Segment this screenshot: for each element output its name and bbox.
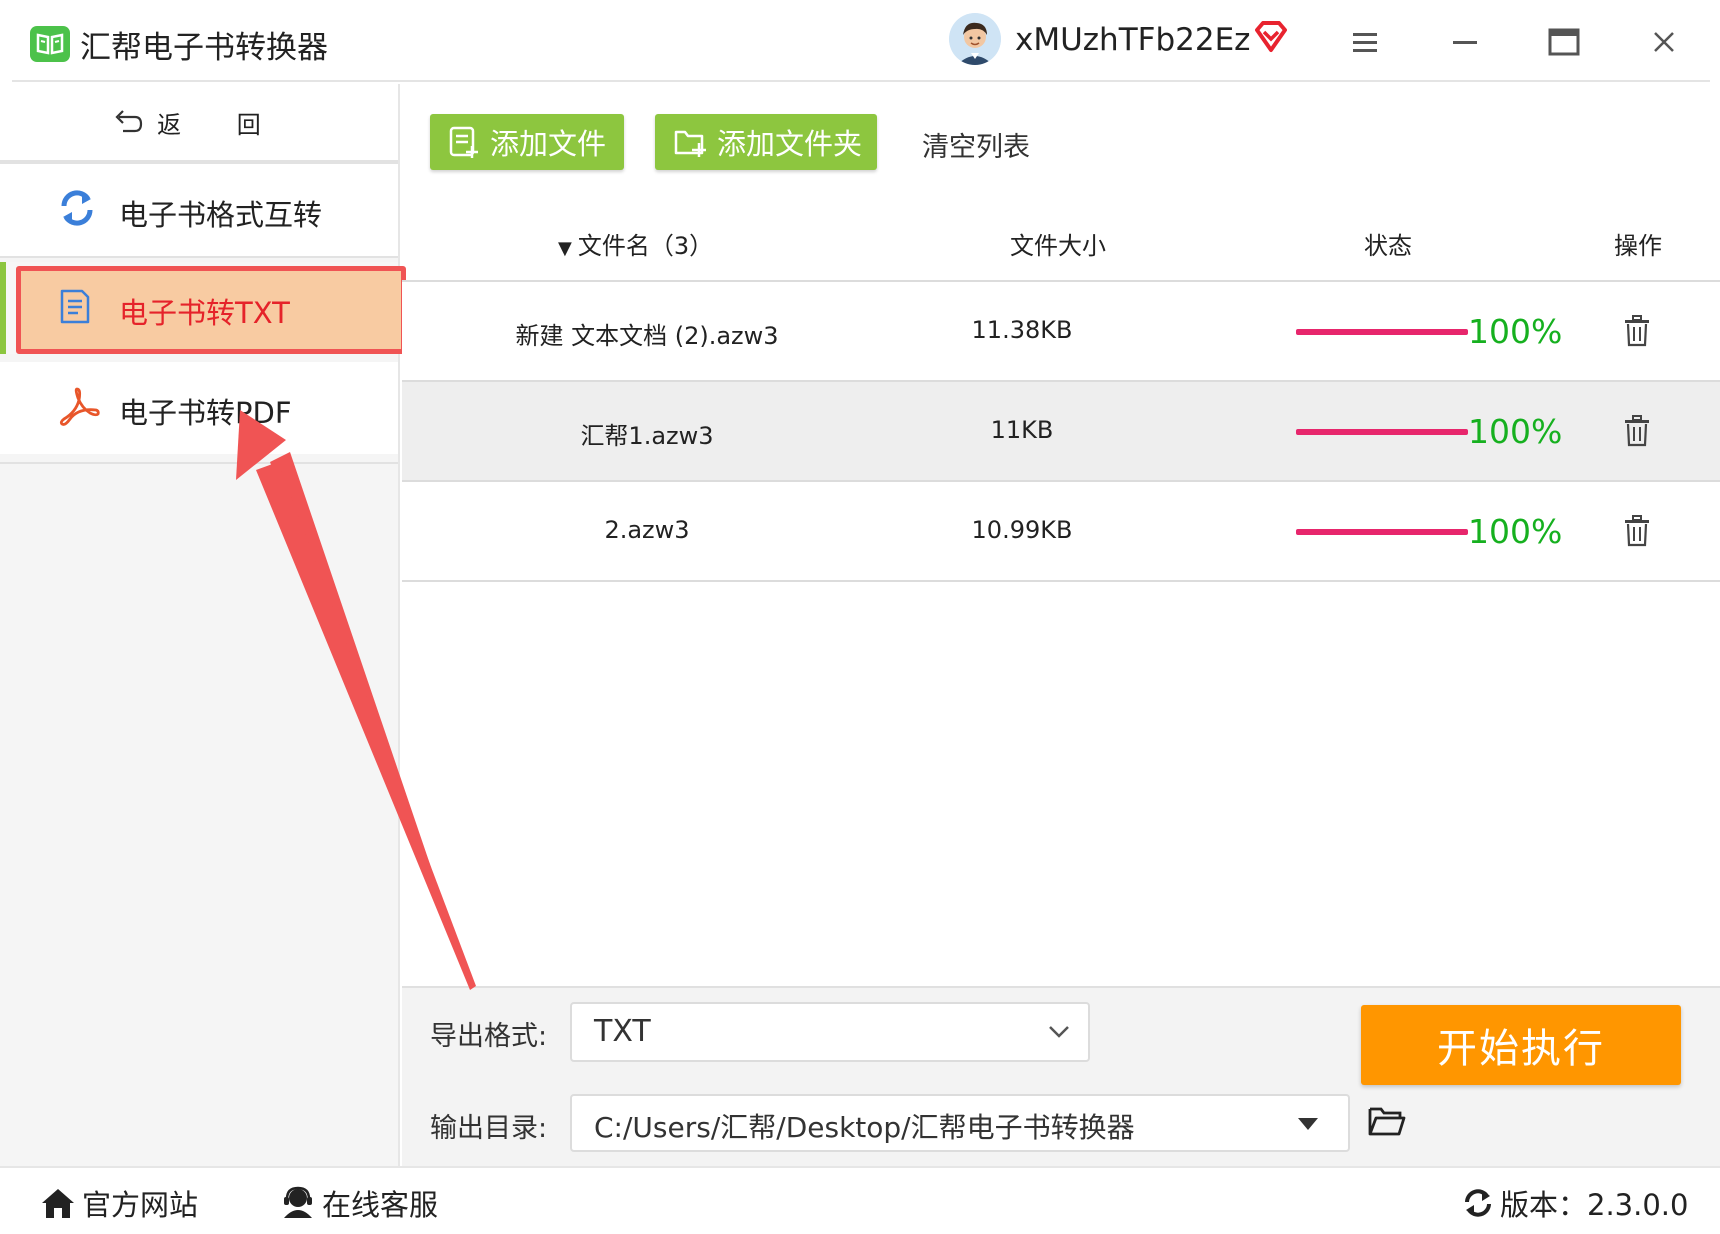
file-name: 2.azw3 (604, 516, 690, 544)
output-dir-value: C:/Users/汇帮/Desktop/汇帮电子书转换器 (594, 1111, 1135, 1144)
start-button[interactable]: 开始执行 (1361, 1005, 1681, 1085)
close-icon[interactable] (1642, 20, 1686, 64)
progress-bar (1296, 329, 1468, 335)
app-title: 汇帮电子书转换器 (80, 30, 328, 66)
sidebar-item-label: 电子书转PDF (119, 396, 292, 430)
file-size: 11.38KB (971, 316, 1073, 344)
table-row[interactable]: 2.azw3 10.99KB 100% (402, 482, 1720, 582)
caret-down-icon (1298, 1118, 1318, 1130)
menu-icon[interactable] (1343, 20, 1387, 64)
add-file-button[interactable]: 添加文件 (430, 114, 624, 170)
sort-desc-icon: ▼ (558, 238, 572, 259)
acrobat-pdf-icon (58, 386, 100, 433)
table-row[interactable]: 汇帮1.azw3 11KB 100% (402, 382, 1720, 482)
chevron-down-icon (1049, 1026, 1069, 1038)
add-folder-label: 添加文件夹 (717, 127, 863, 161)
sidebar-item-format-convert[interactable]: 电子书格式互转 (0, 164, 398, 256)
online-support-label: 在线客服 (322, 1188, 439, 1222)
sidebar-item-label: 电子书格式互转 (119, 198, 323, 232)
sidebar-divider (0, 462, 398, 464)
add-file-label: 添加文件 (490, 127, 607, 161)
app-logo-icon (30, 26, 70, 62)
title-divider (12, 80, 1710, 82)
refresh-icon (1465, 1189, 1491, 1217)
add-folder-button[interactable]: 添加文件夹 (655, 114, 877, 170)
progress-bar (1296, 529, 1468, 535)
trash-icon[interactable] (1623, 515, 1651, 551)
back-label: 返 回 (157, 110, 285, 139)
progress-percent: 100% (1468, 512, 1563, 551)
official-website-link[interactable]: 官方网站 (40, 1182, 198, 1224)
format-select[interactable]: TXT (570, 1002, 1090, 1062)
undo-icon (115, 110, 143, 133)
trash-icon[interactable] (1623, 415, 1651, 451)
output-dir-select[interactable]: C:/Users/汇帮/Desktop/汇帮电子书转换器 (570, 1094, 1350, 1152)
maximize-icon[interactable] (1542, 20, 1586, 64)
file-size: 11KB (990, 416, 1054, 444)
column-header-name-label: 文件名（3） (577, 232, 714, 260)
version-info[interactable]: 版本：2.3.0.0 (1462, 1182, 1688, 1224)
online-support-link[interactable]: 在线客服 (280, 1182, 438, 1224)
file-name: 新建 文本文档 (2).azw3 (515, 322, 779, 350)
output-dir-label: 输出目录: (430, 1113, 548, 1144)
sidebar-item-to-txt[interactable]: 电子书转TXT (0, 262, 406, 354)
username[interactable]: xMUzhTFb22Ez (1015, 22, 1250, 58)
trash-icon[interactable] (1623, 315, 1651, 351)
back-button[interactable]: 返 回 (0, 84, 398, 160)
title-bar: 汇帮电子书转换器 xMUzhTFb22Ez (0, 0, 1720, 84)
minimize-icon[interactable] (1443, 20, 1487, 64)
clear-list-button[interactable]: 清空列表 (922, 125, 1030, 164)
file-size: 10.99KB (971, 516, 1073, 544)
avatar[interactable] (949, 13, 1001, 65)
file-name: 汇帮1.azw3 (580, 422, 714, 450)
active-accent-bar (0, 262, 6, 354)
format-select-value: TXT (594, 1014, 651, 1049)
vip-diamond-icon[interactable] (1253, 20, 1289, 58)
footer: 官方网站 在线客服 版本：2.3.0.0 (0, 1166, 1720, 1234)
column-header-status: 状态 (1364, 232, 1412, 260)
column-header-size: 文件大小 (1010, 232, 1106, 260)
document-icon (58, 288, 92, 333)
open-folder-icon[interactable] (1368, 1104, 1406, 1142)
add-folder-icon (674, 130, 706, 157)
table-row[interactable]: 新建 文本文档 (2).azw3 11.38KB 100% (402, 282, 1720, 382)
format-label: 导出格式: (430, 1021, 548, 1052)
sidebar-item-to-pdf[interactable]: 电子书转PDF (0, 362, 398, 454)
official-website-label: 官方网站 (82, 1188, 199, 1222)
progress-bar (1296, 429, 1468, 435)
progress-percent: 100% (1468, 412, 1563, 451)
sidebar-divider (0, 256, 398, 258)
home-icon (42, 1189, 74, 1218)
progress-percent: 100% (1468, 312, 1563, 351)
version-label: 版本：2.3.0.0 (1500, 1188, 1689, 1222)
support-agent-icon (284, 1186, 312, 1218)
column-header-name[interactable]: ▼ 文件名（3） (558, 226, 713, 261)
add-file-icon (449, 126, 478, 158)
sync-icon (58, 188, 96, 235)
sidebar-item-label: 电子书转TXT (119, 296, 290, 330)
sidebar: 返 回 电子书格式互转 电子书转TXT 电子书转PDF (0, 84, 406, 1166)
column-header-action: 操作 (1614, 232, 1662, 260)
